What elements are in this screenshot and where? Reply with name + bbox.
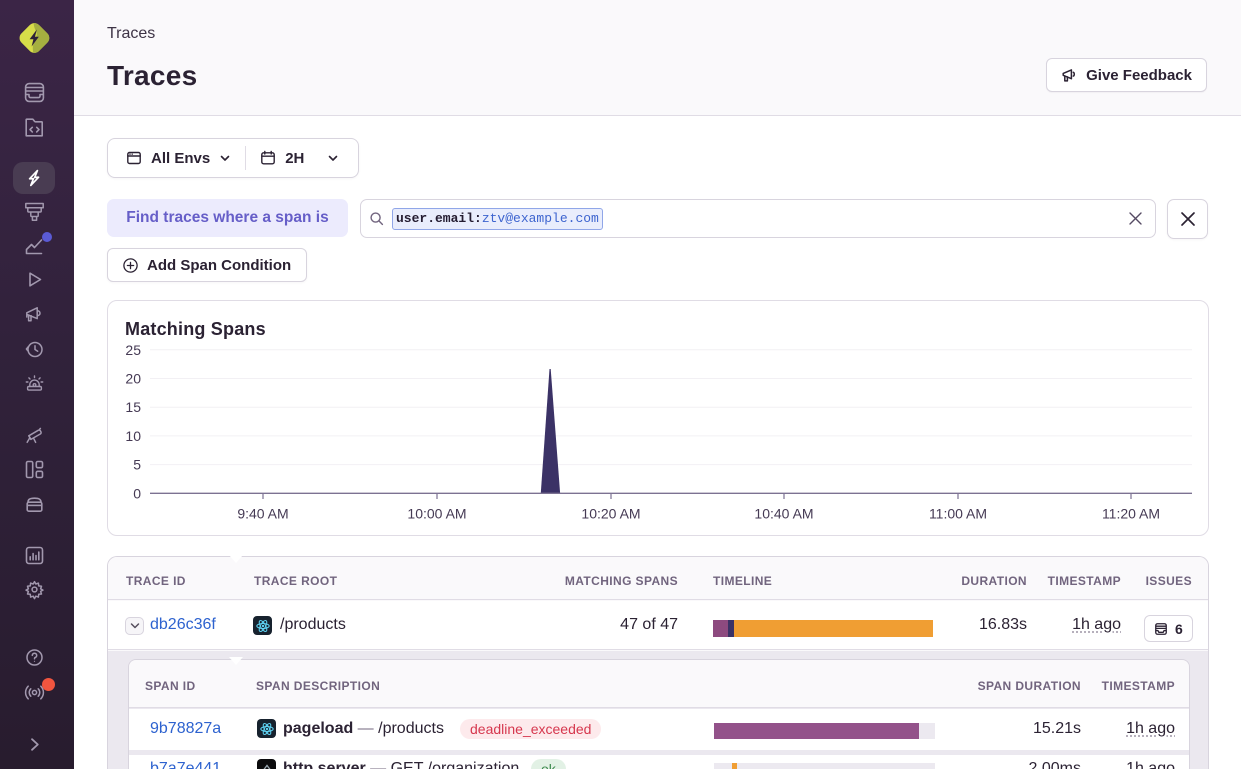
svg-text:10: 10: [125, 428, 141, 444]
svg-text:9:40 AM: 9:40 AM: [237, 506, 288, 522]
svg-text:10:00 AM: 10:00 AM: [407, 506, 466, 522]
svg-text:10:20 AM: 10:20 AM: [581, 506, 640, 522]
svg-text:25: 25: [125, 342, 141, 358]
svg-text:11:20 AM: 11:20 AM: [1102, 506, 1160, 522]
svg-text:10:40 AM: 10:40 AM: [754, 506, 813, 522]
svg-text:0: 0: [133, 485, 141, 501]
svg-text:15: 15: [125, 399, 141, 415]
svg-text:20: 20: [125, 371, 141, 387]
svg-text:11:00 AM: 11:00 AM: [929, 506, 987, 522]
svg-text:5: 5: [133, 457, 141, 473]
